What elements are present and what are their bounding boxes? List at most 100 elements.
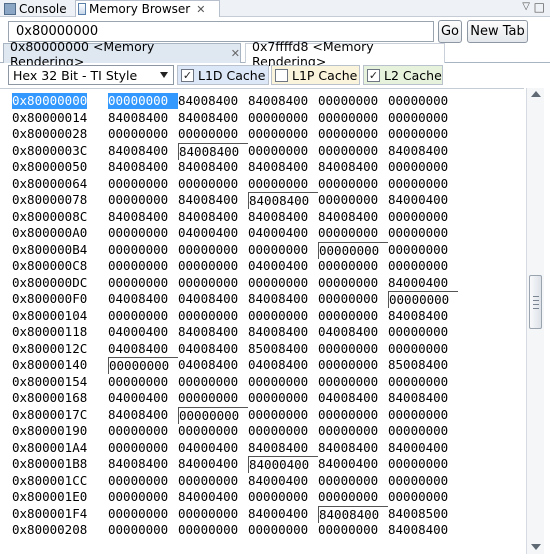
format-select[interactable]: Hex 32 Bit - TI Style <box>8 65 174 85</box>
memory-cell[interactable]: 00000000 <box>108 489 178 505</box>
memory-cell[interactable]: 84000400 <box>388 275 458 291</box>
memory-cell[interactable]: 00000000 <box>318 110 388 126</box>
tab-rendering-active[interactable]: 0x80000000 <Memory Rendering> ✕ <box>3 39 241 69</box>
memory-cell[interactable]: 00000000 <box>108 506 178 522</box>
memory-cell[interactable]: 00000000 <box>248 522 318 538</box>
memory-cell[interactable]: 04008400 <box>178 357 248 373</box>
memory-cell[interactable]: 00000000 <box>108 374 178 390</box>
memory-cell[interactable]: 84008400 <box>318 505 388 523</box>
memory-cell[interactable]: 00000000 <box>318 357 388 373</box>
tab-rendering-inactive[interactable]: 0x7ffffd8 <Memory Rendering> <box>245 39 445 69</box>
memory-cell[interactable]: 84008400 <box>108 456 178 472</box>
memory-cell[interactable]: 84008400 <box>178 324 248 340</box>
memory-cell[interactable]: 00000000 <box>318 291 388 307</box>
memory-cell[interactable]: 00000000 <box>248 110 318 126</box>
memory-cell[interactable]: 84008400 <box>178 93 248 109</box>
memory-cell[interactable]: 00000000 <box>318 258 388 274</box>
memory-cell[interactable]: 04000400 <box>178 440 248 456</box>
memory-cell[interactable]: 00000000 <box>388 110 458 126</box>
memory-cell[interactable]: 84008400 <box>248 324 318 340</box>
memory-cell[interactable]: 00000000 <box>318 473 388 489</box>
memory-cell[interactable]: 00000000 <box>178 308 248 324</box>
close-icon[interactable]: ✕ <box>231 47 240 60</box>
memory-cell[interactable]: 84008400 <box>388 390 458 406</box>
memory-cell[interactable]: 84008400 <box>318 159 388 175</box>
memory-cell[interactable]: 00000000 <box>178 275 248 291</box>
memory-cell[interactable]: 00000000 <box>388 159 458 175</box>
memory-cell[interactable]: 00000000 <box>388 374 458 390</box>
memory-cell[interactable]: 00000000 <box>318 522 388 538</box>
memory-cell[interactable]: 00000000 <box>178 406 248 424</box>
memory-cell[interactable]: 00000000 <box>178 473 248 489</box>
memory-cell[interactable]: 04008400 <box>108 291 178 307</box>
memory-cell[interactable]: 84000400 <box>248 456 318 473</box>
memory-cell[interactable]: 84000400 <box>388 440 458 456</box>
memory-cell[interactable]: 84008400 <box>248 159 318 175</box>
memory-cell[interactable]: 00000000 <box>248 242 318 258</box>
memory-cell[interactable]: 00000000 <box>108 192 178 208</box>
l1p-cache-toggle[interactable]: L1P Cache <box>271 65 360 85</box>
new-tab-button[interactable]: New Tab <box>467 20 528 43</box>
memory-cell[interactable]: 00000000 <box>248 390 318 406</box>
memory-cell[interactable]: 84008400 <box>388 522 458 538</box>
memory-cell[interactable]: 00000000 <box>318 423 388 439</box>
memory-cell[interactable]: 04000400 <box>108 390 178 406</box>
memory-cell[interactable]: 00000000 <box>318 341 388 357</box>
memory-cell[interactable]: 00000000 <box>178 506 248 522</box>
memory-cell[interactable]: 00000000 <box>388 209 458 225</box>
checkbox-checked-icon[interactable]: ✓ <box>367 68 380 82</box>
memory-cell[interactable]: 84008400 <box>248 440 318 456</box>
memory-cell[interactable]: 00000000 <box>388 126 458 142</box>
memory-cell[interactable]: 00000000 <box>108 242 178 258</box>
memory-cell[interactable]: 84008400 <box>388 308 458 324</box>
memory-cell[interactable]: 84008400 <box>178 142 248 160</box>
memory-cell[interactable]: 00000000 <box>108 423 178 439</box>
memory-cell[interactable]: 84008400 <box>108 209 178 225</box>
memory-cell[interactable]: 00000000 <box>388 258 458 274</box>
vertical-scrollbar[interactable] <box>526 88 544 554</box>
memory-cell[interactable]: 00000000 <box>178 522 248 538</box>
memory-cell[interactable]: 84008400 <box>248 93 318 109</box>
memory-cell[interactable]: 00000000 <box>318 143 388 159</box>
memory-cell[interactable]: 84008400 <box>108 159 178 175</box>
memory-cell[interactable]: 00000000 <box>108 440 178 456</box>
memory-cell[interactable]: 00000000 <box>248 176 318 192</box>
scroll-down-icon[interactable] <box>531 544 541 550</box>
scroll-up-icon[interactable] <box>531 91 541 97</box>
memory-cell[interactable]: 00000000 <box>388 489 458 505</box>
memory-cell[interactable]: 84008400 <box>248 291 318 307</box>
memory-cell[interactable]: 04008400 <box>108 341 178 357</box>
memory-cell[interactable]: 00000000 <box>318 489 388 505</box>
memory-cell[interactable]: 85008400 <box>248 341 318 357</box>
memory-cell[interactable]: 00000000 <box>178 242 248 258</box>
memory-cell[interactable]: 00000000 <box>108 126 178 142</box>
memory-cell[interactable]: 00000000 <box>178 126 248 142</box>
memory-view[interactable]: 0x80000000 00000000 84008400 84008400 000000… <box>0 88 524 554</box>
memory-cell[interactable]: 00000000 <box>388 324 458 340</box>
l1d-cache-toggle[interactable]: ✓ L1D Cache <box>177 65 269 85</box>
memory-cell[interactable]: 84008500 <box>388 506 458 522</box>
memory-cell[interactable]: 84008400 <box>178 209 248 225</box>
memory-cell[interactable]: 00000000 <box>388 456 458 472</box>
memory-cell[interactable]: 00000000 <box>388 93 458 109</box>
memory-cell[interactable]: 84008400 <box>178 192 248 208</box>
memory-cell[interactable]: 00000000 <box>248 407 318 423</box>
memory-cell[interactable]: 00000000 <box>108 522 178 538</box>
memory-cell[interactable]: 84008400 <box>248 209 318 225</box>
memory-cell[interactable]: 00000000 <box>318 126 388 142</box>
memory-cell[interactable]: 00000000 <box>248 374 318 390</box>
memory-cell[interactable]: 84008400 <box>318 209 388 225</box>
memory-cell[interactable]: 04008400 <box>318 324 388 340</box>
memory-cell[interactable]: 00000000 <box>178 258 248 274</box>
memory-cell[interactable]: 00000000 <box>108 93 178 109</box>
memory-cell[interactable]: 00000000 <box>388 242 458 258</box>
memory-cell[interactable]: 84000400 <box>248 473 318 489</box>
memory-cell[interactable]: 00000000 <box>318 192 388 208</box>
scrollbar-thumb[interactable] <box>529 274 542 329</box>
memory-cell[interactable]: 00000000 <box>248 423 318 439</box>
memory-cell[interactable]: 00000000 <box>318 275 388 291</box>
memory-cell[interactable]: 84008400 <box>388 143 458 159</box>
memory-cell[interactable]: 00000000 <box>108 308 178 324</box>
memory-cell[interactable]: 00000000 <box>388 291 458 308</box>
memory-cell[interactable]: 00000000 <box>108 357 178 374</box>
